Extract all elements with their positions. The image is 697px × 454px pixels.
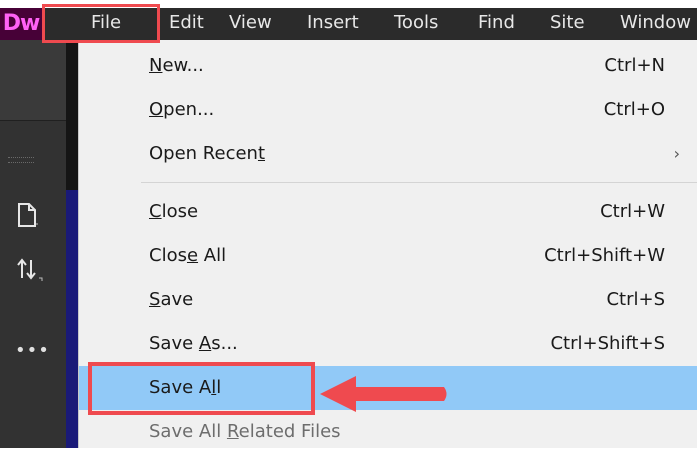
- menu-separator: [141, 182, 697, 183]
- file-icon[interactable]: [16, 202, 40, 233]
- menu-view[interactable]: View: [229, 8, 272, 40]
- menu-item-label: Open...: [149, 99, 215, 120]
- menu-item-label: New...: [149, 55, 204, 76]
- document-canvas-edge: [66, 190, 78, 448]
- more-icon[interactable]: •••: [15, 340, 50, 361]
- menu-item-open-recent[interactable]: Open Recent ›: [79, 132, 697, 176]
- menu-item-close[interactable]: Close Ctrl+W: [79, 190, 697, 234]
- menu-item-new[interactable]: New... Ctrl+N: [79, 44, 697, 88]
- annotation-arrow-icon: [320, 376, 447, 412]
- menu-item-save-all-related-files: Save All Related Files: [79, 410, 697, 454]
- menu-site[interactable]: Site: [550, 8, 585, 40]
- menu-item-save-as[interactable]: Save As... Ctrl+Shift+S: [79, 322, 697, 366]
- menu-edit[interactable]: Edit: [169, 8, 209, 40]
- annotation-box-file: [42, 4, 160, 43]
- menu-item-shortcut: Ctrl+O: [603, 99, 665, 120]
- menu-item-save[interactable]: Save Ctrl+S: [79, 278, 697, 322]
- dreamweaver-logo: Dw: [0, 8, 42, 40]
- menu-item-open[interactable]: Open... Ctrl+O: [79, 88, 697, 132]
- menu-item-label: Open Recent: [149, 143, 266, 164]
- menu-item-close-all[interactable]: Close All Ctrl+Shift+W: [79, 234, 697, 278]
- menu-item-label: Save: [149, 289, 194, 310]
- left-panel-header: [0, 40, 66, 121]
- menu-item-label: Save All Related Files: [149, 421, 341, 442]
- menu-item-label: Close All: [149, 245, 227, 266]
- panel-grip-handle[interactable]: [8, 157, 34, 163]
- menu-item-shortcut: Ctrl+Shift+S: [550, 333, 665, 354]
- sort-icon[interactable]: [16, 256, 44, 287]
- chevron-right-icon: ›: [673, 144, 680, 163]
- menu-item-shortcut: Ctrl+N: [604, 55, 665, 76]
- annotation-box-save-all: [88, 362, 315, 415]
- menu-item-shortcut: Ctrl+S: [606, 289, 665, 310]
- menu-item-shortcut: Ctrl+W: [600, 201, 665, 222]
- menu-item-shortcut: Ctrl+Shift+W: [544, 245, 665, 266]
- menu-tools[interactable]: Tools: [394, 8, 438, 40]
- menu-find[interactable]: Find: [478, 8, 515, 40]
- menu-insert[interactable]: Insert: [307, 8, 359, 40]
- menu-item-label: Save As...: [149, 333, 238, 354]
- menu-item-label: Close: [149, 201, 199, 222]
- menu-window[interactable]: Window: [620, 8, 691, 40]
